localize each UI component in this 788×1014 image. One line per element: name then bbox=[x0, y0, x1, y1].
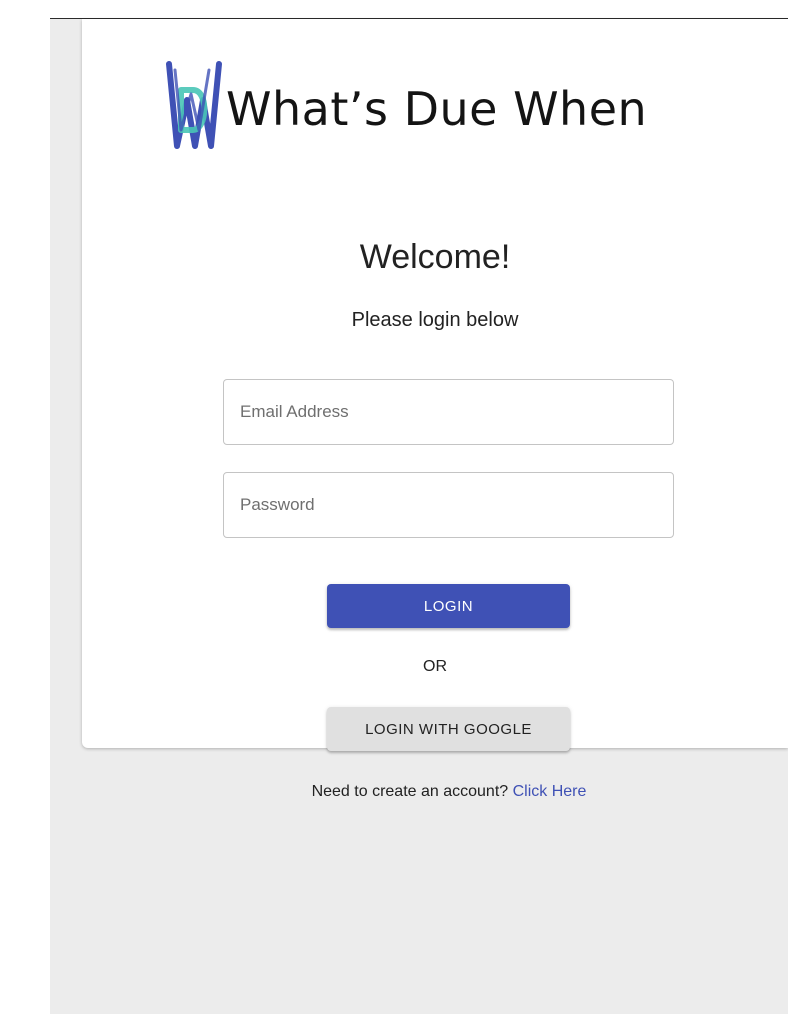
email-input[interactable] bbox=[224, 380, 673, 444]
brand-name: What’s Due When bbox=[226, 82, 648, 136]
login-button[interactable]: LOGIN bbox=[327, 584, 570, 628]
email-field[interactable] bbox=[223, 379, 674, 445]
signup-text: Need to create an account? Click Here bbox=[82, 784, 788, 800]
or-separator: OR bbox=[423, 658, 447, 675]
page-subtitle: Please login below bbox=[351, 309, 519, 331]
wdw-logo-icon bbox=[166, 61, 222, 149]
signup-prompt: Need to create an account? bbox=[311, 783, 509, 800]
signup-link[interactable]: Click Here bbox=[513, 783, 587, 800]
password-field[interactable] bbox=[223, 472, 674, 538]
page-title: Welcome! bbox=[359, 238, 511, 276]
password-input[interactable] bbox=[224, 473, 673, 537]
google-login-button[interactable]: LOGIN WITH GOOGLE bbox=[327, 707, 570, 751]
